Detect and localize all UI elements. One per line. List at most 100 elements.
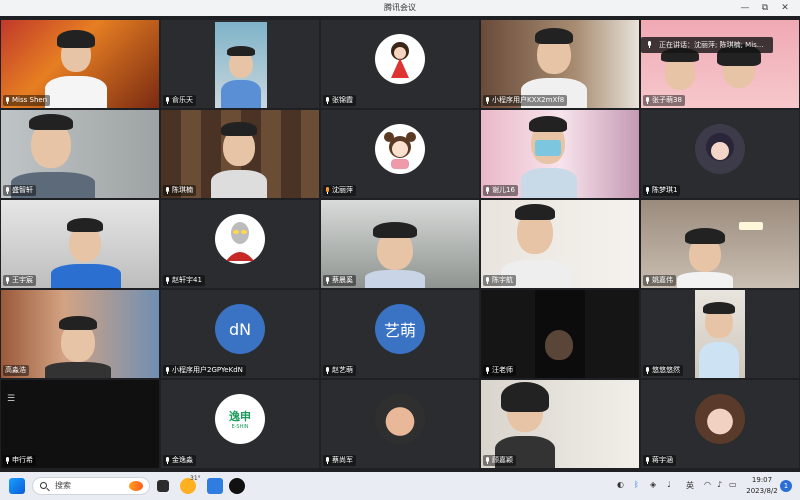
- media-player-icon[interactable]: [229, 478, 245, 494]
- participant-name: 小程序用户2GPYeKdN: [163, 365, 246, 376]
- participant-tile[interactable]: dN 小程序用户2GPYeKdN: [161, 290, 319, 378]
- minimize-button[interactable]: —: [738, 1, 752, 15]
- microphone-icon: [5, 457, 10, 464]
- microphone-icon: [645, 367, 650, 374]
- participant-name: 沈丽萍: [323, 185, 356, 196]
- participant-tile[interactable]: 盛智轩: [1, 110, 159, 198]
- avatar: [375, 394, 425, 444]
- speaking-indicator: 正在讲话：沈丽萍; 陈琪楠; Mis...: [641, 37, 773, 53]
- participant-name: 张锦霞: [323, 95, 356, 106]
- participant-tile[interactable]: ☰ 申行希: [1, 380, 159, 468]
- participant-tile[interactable]: 汪老师: [481, 290, 639, 378]
- participant-name: 蒋宇涵: [643, 455, 676, 466]
- cartoon-girl-icon: [384, 132, 416, 169]
- restore-button[interactable]: ⧉: [758, 1, 772, 15]
- participant-tile[interactable]: 艺萌 赵艺萌: [321, 290, 479, 378]
- tray-color-icon[interactable]: ◐: [617, 480, 624, 489]
- microphone-icon: [5, 277, 10, 284]
- avatar: dN: [215, 304, 265, 354]
- participant-tile[interactable]: 姚嘉伟: [641, 200, 799, 288]
- avatar: [695, 124, 745, 174]
- windows-start-icon[interactable]: [9, 478, 25, 494]
- participant-tile[interactable]: 蔡晨奚: [321, 200, 479, 288]
- microphone-icon: [165, 277, 170, 284]
- participant-tile[interactable]: 悠悠悠然: [641, 290, 799, 378]
- tencent-meeting-icon[interactable]: [207, 478, 223, 494]
- participant-name: 张子萌38: [643, 95, 685, 106]
- anime-avatar-icon: [706, 133, 734, 161]
- task-view-icon[interactable]: [157, 480, 169, 492]
- volume-icon[interactable]: ♪: [717, 480, 722, 489]
- participant-tile[interactable]: Miss Shen: [1, 20, 159, 108]
- participant-tile[interactable]: 俞乐天: [161, 20, 319, 108]
- participant-name: 小程序用户KXX2mXf8: [483, 95, 568, 106]
- microphone-icon: [165, 187, 170, 194]
- microphone-icon: [325, 277, 330, 284]
- participant-tile[interactable]: 赵轩宇41: [161, 200, 319, 288]
- avatar: [695, 394, 745, 444]
- participant-name: 蔡尚军: [323, 455, 356, 466]
- participant-tile[interactable]: 蔡尚军: [321, 380, 479, 468]
- participant-tile[interactable]: 高淼浩: [1, 290, 159, 378]
- list-icon: ☰: [7, 394, 16, 404]
- clock[interactable]: 19:07 2023/8/2: [743, 475, 781, 497]
- participant-name: 申行希: [3, 455, 36, 466]
- participant-tile[interactable]: 顾嘉颖: [481, 380, 639, 468]
- battery-icon[interactable]: ▭: [729, 480, 737, 489]
- avatar: 逸申 E-SHIN: [215, 394, 265, 444]
- microphone-icon: [165, 97, 170, 104]
- participant-tile[interactable]: 陈宇航: [481, 200, 639, 288]
- window-title: 腾讯会议: [384, 3, 416, 12]
- participant-tile[interactable]: 张锦霞: [321, 20, 479, 108]
- search-icon: [40, 482, 47, 489]
- microphone-icon: [485, 457, 490, 464]
- microphone-icon: [645, 97, 650, 104]
- microphone-icon: [645, 187, 650, 194]
- participant-name: 谢儿16: [483, 185, 518, 196]
- microphone-icon: [645, 457, 650, 464]
- video-grid: Miss Shen 俞乐天 张锦霞 小程序用户KXX2mXf8 张子萌38 盛智…: [0, 18, 800, 470]
- notification-badge[interactable]: 1: [780, 480, 792, 492]
- clock-time: 19:07: [751, 476, 773, 484]
- participant-tile[interactable]: 蒋宇涵: [641, 380, 799, 468]
- clock-date: 2023/8/2: [746, 487, 778, 495]
- participant-name: 悠悠悠然: [643, 365, 683, 376]
- participant-tile[interactable]: 陈梦琪1: [641, 110, 799, 198]
- avatar: [375, 34, 425, 84]
- participant-tile[interactable]: 王宇宸: [1, 200, 159, 288]
- tray-app-icon[interactable]: ◈: [650, 480, 656, 489]
- bluetooth-icon[interactable]: ᛒ: [634, 480, 639, 489]
- ime-indicator[interactable]: 英: [686, 480, 694, 491]
- avatar: 艺萌: [375, 304, 425, 354]
- participant-name: 高淼浩: [3, 365, 29, 376]
- close-button[interactable]: ✕: [778, 1, 792, 15]
- taskbar-search[interactable]: 搜索: [32, 477, 150, 495]
- ultraman-icon: [226, 222, 254, 261]
- microphone-icon: [325, 457, 330, 464]
- microphone-icon: [485, 187, 490, 194]
- participant-name: 赵艺萌: [323, 365, 356, 376]
- microphone-tray-icon[interactable]: ♩: [667, 480, 671, 489]
- microphone-icon: [325, 97, 330, 104]
- participant-name: 俞乐天: [163, 95, 196, 106]
- logo-subtext: E-SHIN: [231, 424, 249, 430]
- wifi-icon[interactable]: ◠: [704, 480, 711, 489]
- participant-name: 赵轩宇41: [163, 275, 205, 286]
- participant-tile[interactable]: 陈琪楠: [161, 110, 319, 198]
- participant-name: Miss Shen: [3, 95, 51, 106]
- cartoon-girl-icon: [391, 42, 409, 78]
- participant-tile[interactable]: 沈丽萍: [321, 110, 479, 198]
- search-highlight-icon: [129, 481, 143, 491]
- microphone-icon: [165, 457, 170, 464]
- participant-tile[interactable]: 张子萌38: [641, 20, 799, 108]
- meeting-window: 腾讯会议 — ⧉ ✕ Miss Shen 俞乐天 张锦霞 小程序用户KXX2mX…: [0, 0, 800, 472]
- participant-tile[interactable]: 逸申 E-SHIN 金逸淼: [161, 380, 319, 468]
- participant-tile[interactable]: 谢儿16: [481, 110, 639, 198]
- microphone-icon: [645, 277, 650, 284]
- participant-name: 顾嘉颖: [483, 455, 516, 466]
- participant-name: 盛智轩: [3, 185, 36, 196]
- microphone-icon: [165, 367, 170, 374]
- microphone-icon: [647, 41, 652, 48]
- participant-tile[interactable]: 小程序用户KXX2mXf8: [481, 20, 639, 108]
- taskbar: 搜索 31° ◐ ᛒ ◈ ♩ 英 ◠ ♪ ▭ 19:07 2023/8/2 1: [0, 472, 800, 500]
